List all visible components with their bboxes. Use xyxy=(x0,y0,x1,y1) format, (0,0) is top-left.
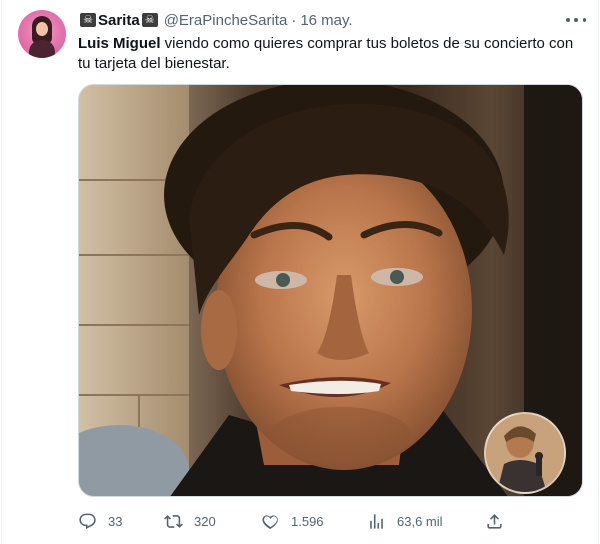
user-handle[interactable]: @EraPincheSarita xyxy=(164,12,288,29)
reply-icon xyxy=(79,513,96,529)
tweet-actions: 33 320 1.596 63,6 mil xyxy=(78,508,583,534)
tweet-text: Luis Miguel viendo como quieres comprar … xyxy=(78,34,578,74)
like-count: 1.596 xyxy=(291,513,324,529)
share-button[interactable] xyxy=(485,508,515,534)
tweet-header: ☠ Sarita ☠ @EraPincheSarita · 16 may. xyxy=(78,10,353,30)
reply-button[interactable]: 33 xyxy=(78,508,122,534)
skull-icon: ☠ xyxy=(141,13,158,27)
retweet-icon xyxy=(164,514,183,528)
tweet-date[interactable]: 16 may. xyxy=(300,12,352,29)
avatar[interactable] xyxy=(18,10,66,58)
display-name[interactable]: ☠ Sarita ☠ xyxy=(78,12,160,29)
separator: · xyxy=(291,11,297,29)
reply-count: 33 xyxy=(108,513,123,529)
views-button[interactable]: 63,6 mil xyxy=(367,508,443,534)
retweet-count: 320 xyxy=(194,513,216,529)
views-count: 63,6 mil xyxy=(397,513,443,529)
share-icon xyxy=(487,513,502,529)
display-name-text: Sarita xyxy=(98,11,140,29)
skull-icon: ☠ xyxy=(80,13,96,27)
like-icon xyxy=(262,514,278,529)
views-icon xyxy=(370,513,383,529)
like-button[interactable]: 1.596 xyxy=(261,508,324,534)
more-icon[interactable] xyxy=(566,12,586,28)
tweet-text-bold: Luis Miguel xyxy=(78,35,161,52)
tweet[interactable]: ☠ Sarita ☠ @EraPincheSarita · 16 may. Lu… xyxy=(0,0,600,544)
retweet-button[interactable]: 320 xyxy=(164,508,216,534)
inset-thumbnail xyxy=(484,412,566,494)
